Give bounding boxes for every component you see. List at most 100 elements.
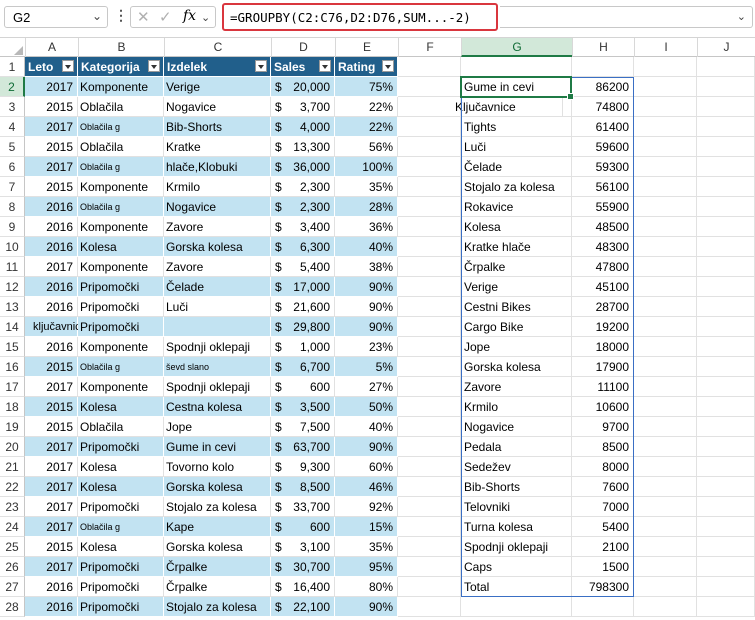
row-header-5[interactable]: 5 bbox=[0, 137, 25, 157]
cell[interactable] bbox=[398, 297, 461, 317]
cell-kategorija[interactable]: Kolesa bbox=[78, 477, 164, 497]
cell-izdelek[interactable]: Gorska kolesa bbox=[164, 477, 271, 497]
row-header-14[interactable]: 14 bbox=[0, 317, 25, 337]
column-header-e[interactable]: E bbox=[335, 38, 398, 57]
cell[interactable] bbox=[398, 277, 461, 297]
cell[interactable] bbox=[461, 597, 572, 617]
cell-rating[interactable]: 60% bbox=[335, 457, 398, 477]
groupby-value[interactable]: 2100 bbox=[572, 537, 634, 557]
table-header-izdelek[interactable]: Izdelek bbox=[164, 57, 271, 77]
table-header-kategorija[interactable]: Kategorija bbox=[78, 57, 164, 77]
cell[interactable] bbox=[697, 357, 755, 377]
cell[interactable] bbox=[697, 377, 755, 397]
cell[interactable] bbox=[634, 417, 697, 437]
cell-sales[interactable]: $33,700 bbox=[271, 497, 335, 517]
cell[interactable] bbox=[634, 577, 697, 597]
row-header-9[interactable]: 9 bbox=[0, 217, 25, 237]
cell-leto[interactable]: 2016 bbox=[25, 297, 78, 317]
cell[interactable] bbox=[398, 577, 461, 597]
cell-sales[interactable]: $5,400 bbox=[271, 257, 335, 277]
cell[interactable] bbox=[634, 257, 697, 277]
cell[interactable] bbox=[697, 557, 755, 577]
groupby-label[interactable]: Črpalke bbox=[461, 257, 572, 277]
row-header-11[interactable]: 11 bbox=[0, 257, 25, 277]
cell-kategorija[interactable]: Oblačila g bbox=[78, 157, 164, 177]
groupby-value[interactable]: 56100 bbox=[572, 177, 634, 197]
cell[interactable] bbox=[697, 397, 755, 417]
cell[interactable] bbox=[634, 57, 697, 77]
cell-leto[interactable]: 2016 bbox=[25, 197, 78, 217]
cell-sales[interactable]: $8,500 bbox=[271, 477, 335, 497]
cell-kategorija[interactable]: Komponente bbox=[78, 257, 164, 277]
groupby-label[interactable]: Pedala bbox=[461, 437, 572, 457]
cell-kategorija[interactable]: Oblačila bbox=[78, 137, 164, 157]
groupby-label[interactable]: Bib-Shorts bbox=[461, 477, 572, 497]
cell-kategorija[interactable]: Pripomočki bbox=[78, 597, 164, 617]
filter-dropdown-icon[interactable] bbox=[382, 60, 394, 72]
row-header-22[interactable]: 22 bbox=[0, 477, 25, 497]
cell-leto[interactable]: 2017 bbox=[25, 117, 78, 137]
groupby-label[interactable]: Turna kolesa bbox=[461, 517, 572, 537]
cell-izdelek[interactable]: Gorska kolesa bbox=[164, 537, 271, 557]
cell[interactable] bbox=[398, 177, 461, 197]
cell[interactable] bbox=[697, 77, 755, 97]
column-header-c[interactable]: C bbox=[164, 38, 271, 57]
cell-leto[interactable]: 2017 bbox=[25, 77, 78, 97]
confirm-icon[interactable]: ✓ bbox=[159, 8, 172, 26]
row-header-21[interactable]: 21 bbox=[0, 457, 25, 477]
table-header-sales[interactable]: Sales bbox=[271, 57, 335, 77]
cell[interactable] bbox=[697, 137, 755, 157]
cell-sales[interactable]: $2,300 bbox=[271, 197, 335, 217]
cell[interactable] bbox=[398, 477, 461, 497]
row-header-7[interactable]: 7 bbox=[0, 177, 25, 197]
cell-izdelek[interactable]: Gorska kolesa bbox=[164, 237, 271, 257]
groupby-label[interactable]: Cestni Bikes bbox=[461, 297, 572, 317]
cell-sales[interactable]: $6,300 bbox=[271, 237, 335, 257]
table-header-leto[interactable]: Leto bbox=[25, 57, 78, 77]
chevron-down-icon[interactable]: ⌄ bbox=[201, 11, 210, 24]
groupby-label[interactable]: Rokavice bbox=[461, 197, 572, 217]
cell-sales[interactable]: $21,600 bbox=[271, 297, 335, 317]
cell[interactable] bbox=[398, 217, 461, 237]
groupby-value[interactable]: 7000 bbox=[572, 497, 634, 517]
groupby-value[interactable]: 55900 bbox=[572, 197, 634, 217]
cell[interactable] bbox=[697, 257, 755, 277]
cell[interactable] bbox=[634, 217, 697, 237]
cell[interactable] bbox=[398, 597, 461, 617]
row-header-3[interactable]: 3 bbox=[0, 97, 25, 117]
cell[interactable] bbox=[398, 417, 461, 437]
cell-rating[interactable]: 23% bbox=[335, 337, 398, 357]
groupby-value[interactable]: 11100 bbox=[572, 377, 634, 397]
groupby-value[interactable]: 48300 bbox=[572, 237, 634, 257]
cell-kategorija[interactable]: Pripomočki bbox=[78, 317, 164, 337]
cell-izdelek[interactable]: Spodnji oklepaji bbox=[164, 377, 271, 397]
groupby-value[interactable]: 19200 bbox=[572, 317, 634, 337]
row-header-27[interactable]: 27 bbox=[0, 577, 25, 597]
cell[interactable] bbox=[398, 437, 461, 457]
cell[interactable] bbox=[634, 77, 697, 97]
cell-rating[interactable]: 35% bbox=[335, 537, 398, 557]
column-header-i[interactable]: I bbox=[634, 38, 697, 57]
cell[interactable] bbox=[634, 137, 697, 157]
cell-izdelek[interactable]: Luči bbox=[164, 297, 271, 317]
row-header-20[interactable]: 20 bbox=[0, 437, 25, 457]
cell-izdelek[interactable]: Nogavice bbox=[164, 197, 271, 217]
select-all-corner[interactable] bbox=[0, 38, 25, 57]
column-header-f[interactable]: F bbox=[398, 38, 461, 57]
cell[interactable] bbox=[697, 577, 755, 597]
cell-leto[interactable]: 2016 bbox=[25, 577, 78, 597]
groupby-label[interactable]: Zavore bbox=[461, 377, 572, 397]
row-header-24[interactable]: 24 bbox=[0, 517, 25, 537]
cell-leto[interactable]: 2015 bbox=[25, 417, 78, 437]
cell[interactable] bbox=[634, 437, 697, 457]
cell-kategorija[interactable]: Oblačila bbox=[78, 97, 164, 117]
cell[interactable] bbox=[398, 317, 461, 337]
cell-izdelek[interactable]: Gume in cevi bbox=[164, 437, 271, 457]
row-header-6[interactable]: 6 bbox=[0, 157, 25, 177]
cell[interactable] bbox=[634, 477, 697, 497]
groupby-label[interactable]: Ključavnice bbox=[452, 97, 563, 117]
column-header-g[interactable]: G bbox=[461, 38, 572, 57]
cell-sales[interactable]: $3,100 bbox=[271, 537, 335, 557]
formula-bar-extension[interactable]: ⌄ bbox=[500, 6, 753, 28]
groupby-label[interactable]: Verige bbox=[461, 277, 572, 297]
